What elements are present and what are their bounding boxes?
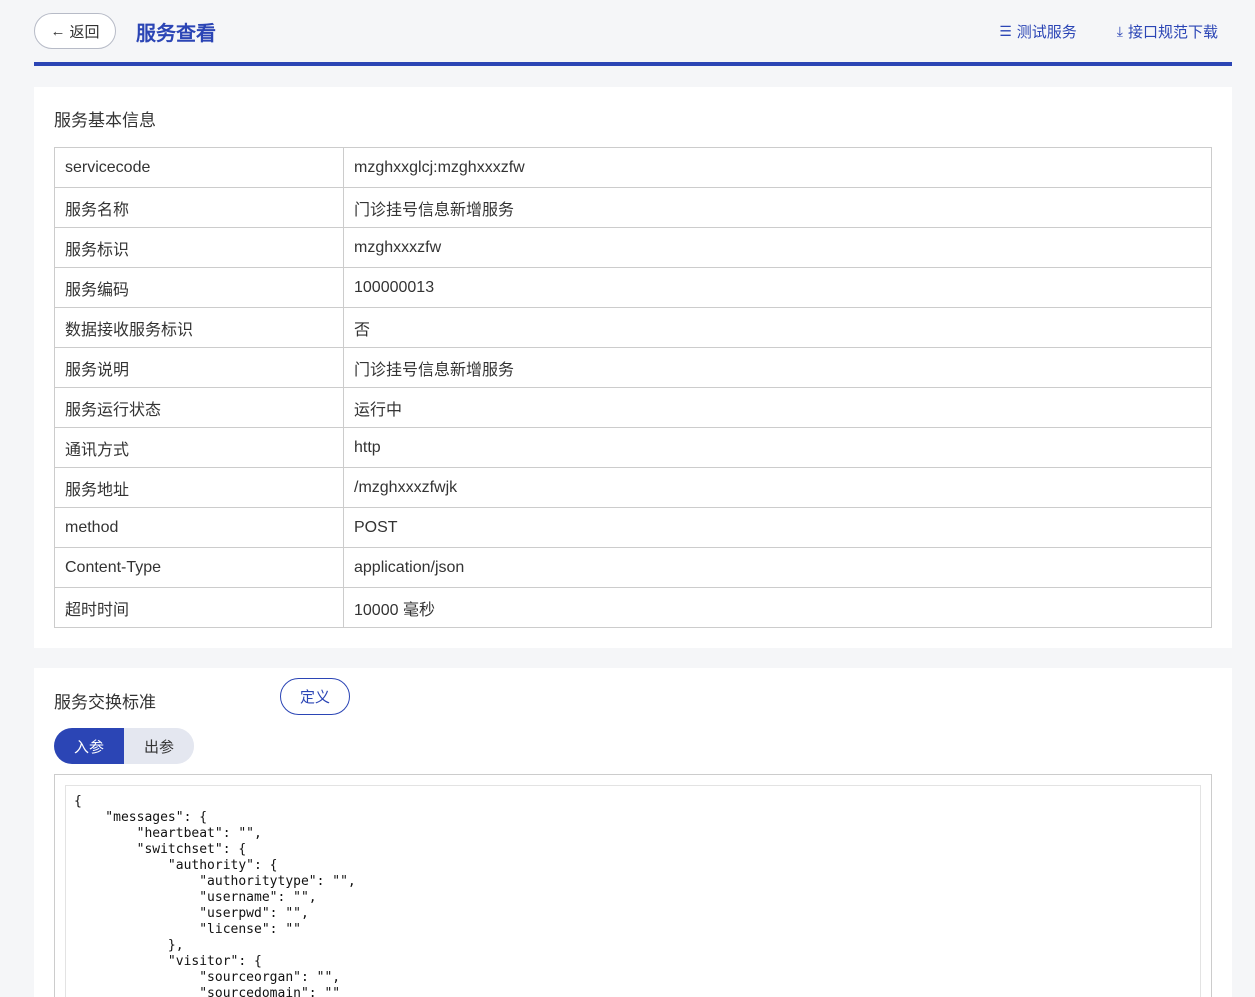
field-value: /mzghxxxzfwjk [343, 467, 1212, 508]
back-button-label: 返回 [69, 23, 100, 41]
field-label: 服务标识 [54, 227, 344, 268]
field-value: 10000 毫秒 [343, 587, 1212, 628]
field-label: Content-Type [54, 547, 344, 588]
code-container: { "messages": { "heartbeat": "", "switch… [54, 774, 1212, 997]
table-row: 服务名称 门诊挂号信息新增服务 [54, 187, 1212, 228]
table-row: 服务标识 mzghxxxzfw [54, 227, 1212, 268]
tab-output-params[interactable]: 出参 [124, 728, 194, 764]
basic-info-title: 服务基本信息 [54, 111, 156, 130]
tab-input-params[interactable]: 入参 [54, 728, 124, 764]
field-label: servicecode [54, 147, 344, 188]
table-row: 服务说明 门诊挂号信息新增服务 [54, 347, 1212, 388]
field-value: POST [343, 507, 1212, 548]
field-value: mzghxxglcj:mzghxxxzfw [343, 147, 1212, 188]
download-icon: ⤓ [1116, 22, 1123, 39]
arrow-left-icon: ← [50, 22, 66, 40]
field-value: mzghxxxzfw [343, 227, 1212, 268]
exchange-title: 服务交换标准 [54, 693, 156, 712]
page-title: 服务查看 [136, 22, 216, 45]
header-divider [34, 62, 1232, 66]
field-label: method [54, 507, 344, 548]
table-row: method POST [54, 507, 1212, 548]
field-value: 否 [343, 307, 1212, 348]
field-label: 通讯方式 [54, 427, 344, 468]
exchange-panel: 服务交换标准 定义 入参 出参 { "messages": { "heartbe… [34, 668, 1232, 997]
table-row: servicecode mzghxxglcj:mzghxxxzfw [54, 147, 1212, 188]
basic-info-panel: 服务基本信息 servicecode mzghxxglcj:mzghxxxzfw 服… [34, 87, 1232, 648]
test-service-label: 测试服务 [1016, 23, 1077, 41]
field-value: 运行中 [343, 387, 1212, 428]
table-row: Content-Type application/json [54, 547, 1212, 588]
download-spec-label: 接口规范下载 [1127, 23, 1218, 41]
table-row: 服务地址/mzghxxxzfwjk [54, 467, 1212, 508]
basic-info-table: servicecode mzghxxglcj:mzghxxxzfw 服务名称 门诊挂号… [54, 147, 1212, 628]
table-row: 超时时间 10000 毫秒 [54, 587, 1212, 628]
table-row: 通讯方式 http [54, 427, 1212, 468]
define-button[interactable]: 定义 [280, 678, 350, 715]
table-row: 数据接收服务标识否 [54, 307, 1212, 348]
field-label: 服务名称 [54, 187, 344, 228]
back-button[interactable]: ← 返回 [34, 13, 116, 49]
header-actions: ☰ 测试服务 ⤓ 接口规范下载 [959, 21, 1232, 42]
download-spec-button[interactable]: ⤓ 接口规范下载 [1117, 21, 1218, 42]
code-content: { "messages": { "heartbeat": "", "switch… [74, 794, 356, 997]
field-value: 门诊挂号信息新增服务 [343, 347, 1212, 388]
sliders-icon: ☰ [999, 22, 1012, 39]
field-label: 服务说明 [54, 347, 344, 388]
field-value: 门诊挂号信息新增服务 [343, 187, 1212, 228]
page-header: ← 返回 服务查看 ☰ 测试服务 ⤓ 接口规范下载 [34, 0, 1232, 62]
test-service-button[interactable]: ☰ 测试服务 [999, 21, 1077, 42]
field-label: 服务运行状态 [54, 387, 344, 428]
table-row: 服务运行状态 运行中 [54, 387, 1212, 428]
field-label: 服务编码 [54, 267, 344, 308]
field-label: 服务地址 [54, 467, 344, 508]
field-label: 超时时间 [54, 587, 344, 628]
field-label: 数据接收服务标识 [54, 307, 344, 348]
table-row: 服务编码 100000013 [54, 267, 1212, 308]
field-value: 100000013 [343, 267, 1212, 308]
field-value: application/json [343, 547, 1212, 588]
field-value: http [343, 427, 1212, 468]
code-editor[interactable]: { "messages": { "heartbeat": "", "switch… [65, 785, 1201, 997]
param-tabs: 入参 出参 [54, 728, 194, 764]
